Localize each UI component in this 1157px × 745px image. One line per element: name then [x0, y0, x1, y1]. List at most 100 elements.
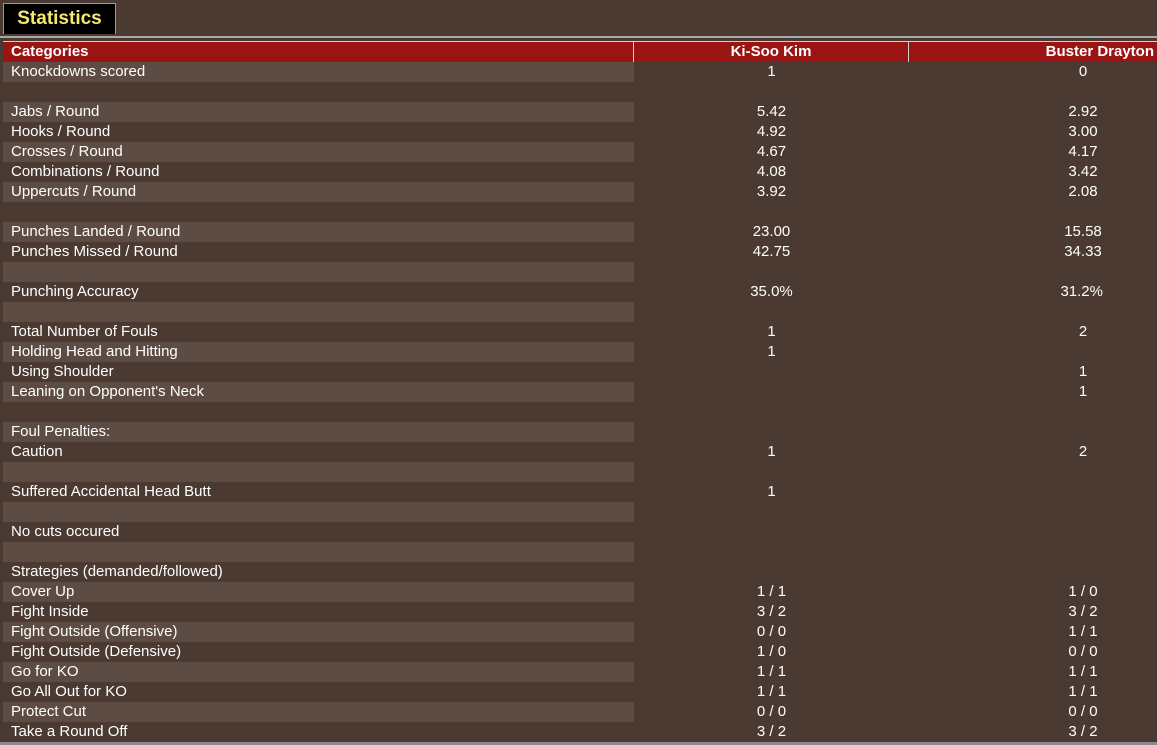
table-row: No cuts occured: [3, 522, 1157, 542]
table-row: [3, 502, 1157, 522]
table-row: Caution 1 2: [3, 442, 1157, 462]
row-fighter2-value: 3 / 2: [1068, 603, 1098, 620]
table-row: [3, 82, 1157, 102]
row-fighter2-value: 3 / 2: [1068, 723, 1098, 740]
table-row: Punches Missed / Round 42.75 34.33: [3, 242, 1157, 262]
table-row: [3, 262, 1157, 282]
row-category: Fight Outside (Defensive): [11, 643, 182, 660]
row-fighter1-value: [634, 362, 909, 382]
table-row: Knockdowns scored 1 0: [3, 62, 1157, 82]
table-row: Fight Outside (Offensive) 0 / 0 1 / 1: [3, 622, 1157, 642]
row-fighter2-value: 0 / 0: [1068, 643, 1098, 660]
row-category: [3, 82, 634, 102]
row-fighter2-cell: [909, 482, 1157, 502]
row-fighter2-cell: 1 / 0: [909, 582, 1157, 602]
row-fighter2-cell: 2.08: [909, 182, 1157, 202]
table-row: [3, 402, 1157, 422]
column-header-fighter1[interactable]: Ki-Soo Kim: [634, 42, 909, 62]
table-row: Punching Accuracy 35.0% 31.2%: [3, 282, 1157, 302]
row-fighter2-value: 2: [1078, 323, 1088, 340]
row-fighter1-value: [634, 422, 909, 442]
row-fighter2-cell: 1 / 1: [909, 682, 1157, 702]
row-category: Knockdowns scored: [3, 62, 634, 82]
table-row: Jabs / Round 5.42 2.92: [3, 102, 1157, 122]
row-fighter1-value: 35.0%: [750, 283, 793, 300]
row-category: Crosses / Round: [3, 142, 634, 162]
row-fighter2-cell: 34.33: [909, 242, 1157, 262]
table-row: Strategies (demanded/followed): [3, 562, 1157, 582]
row-category: Go All Out for KO: [11, 683, 127, 700]
row-fighter2-value: 2.92: [1068, 103, 1098, 120]
table-row: Suffered Accidental Head Butt 1: [3, 482, 1157, 502]
row-category: Cover Up: [3, 582, 634, 602]
row-fighter1-value: [634, 462, 909, 482]
tab-statistics[interactable]: Statistics: [3, 3, 116, 34]
row-category: Strategies (demanded/followed): [11, 563, 223, 580]
row-fighter2-cell: [909, 402, 1157, 422]
row-fighter1-value: 1 / 1: [756, 583, 787, 600]
row-category: Punches Missed / Round: [11, 243, 178, 260]
row-fighter2-value: 1 / 0: [1068, 583, 1098, 600]
row-fighter1-value: 1: [767, 323, 776, 340]
row-fighter1-value: 4.92: [756, 123, 787, 140]
row-category: Fight Outside (Offensive): [3, 622, 634, 642]
table-row: Fight Inside 3 / 2 3 / 2: [3, 602, 1157, 622]
row-category: Caution: [11, 443, 63, 460]
table-row: [3, 302, 1157, 322]
row-category: Suffered Accidental Head Butt: [11, 483, 211, 500]
row-fighter2-cell: 3.42: [909, 162, 1157, 182]
row-fighter1-value: 1: [767, 483, 776, 500]
row-fighter1-value: 4.08: [756, 163, 787, 180]
row-category: No cuts occured: [11, 523, 120, 540]
tab-divider: [0, 36, 1157, 38]
row-fighter1-value: 3 / 2: [756, 603, 787, 620]
row-category: Uppercuts / Round: [3, 182, 634, 202]
row-fighter1-value: 1: [767, 443, 776, 460]
row-fighter2-cell: 1: [909, 362, 1157, 382]
row-fighter2-cell: 0 / 0: [909, 702, 1157, 722]
row-fighter2-value: 3.42: [1068, 163, 1098, 180]
row-fighter2-cell: 1: [909, 382, 1157, 402]
row-fighter1-value: 5.42: [756, 103, 787, 120]
row-category: Combinations / Round: [11, 163, 160, 180]
tab-bar: Statistics: [0, 0, 1157, 37]
row-fighter2-value: 4.17: [1068, 143, 1098, 160]
row-category: [3, 402, 634, 422]
row-fighter2-cell: 3 / 2: [909, 722, 1157, 742]
row-fighter2-cell: 1 / 1: [909, 662, 1157, 682]
column-header-categories[interactable]: Categories: [3, 42, 634, 62]
row-fighter2-cell: 0 / 0: [909, 642, 1157, 662]
row-fighter2-value: 0 / 0: [1068, 703, 1098, 720]
row-category: Using Shoulder: [11, 363, 114, 380]
row-fighter2-value: 1 / 1: [1068, 663, 1098, 680]
row-category: [3, 302, 634, 322]
column-header-fighter2[interactable]: Buster Drayton: [909, 42, 1157, 62]
table-row: Using Shoulder 1: [3, 362, 1157, 382]
row-category: Go for KO: [3, 662, 634, 682]
row-fighter2-value: 34.33: [1064, 243, 1102, 260]
row-fighter1-value: [634, 302, 909, 322]
table-row: Leaning on Opponent's Neck 1: [3, 382, 1157, 402]
row-fighter2-cell: [909, 202, 1157, 222]
row-category: Punches Landed / Round: [3, 222, 634, 242]
statistics-table: Categories Ki-Soo Kim Buster Drayton Kno…: [3, 41, 1157, 742]
row-fighter2-cell: 2: [909, 322, 1157, 342]
row-fighter2-value: 0: [1078, 63, 1088, 80]
table-header: Categories Ki-Soo Kim Buster Drayton: [3, 41, 1157, 62]
row-fighter1-value: 1 / 1: [756, 683, 787, 700]
table-row: Cover Up 1 / 1 1 / 0: [3, 582, 1157, 602]
row-fighter2-value: 1 / 1: [1068, 623, 1098, 640]
row-fighter1-value: 1: [767, 63, 776, 80]
row-category: Total Number of Fouls: [11, 323, 158, 340]
table-row: [3, 202, 1157, 222]
row-category: Punching Accuracy: [11, 283, 139, 300]
row-fighter1-value: 0 / 0: [756, 703, 787, 720]
row-fighter2-value: 1: [1078, 383, 1088, 400]
row-category: [3, 542, 634, 562]
table-body: Knockdowns scored 1 0 Jabs / Round 5.42 2.92 H…: [3, 62, 1157, 742]
row-fighter2-value: 15.58: [1064, 223, 1102, 240]
row-fighter2-cell: 3.00: [909, 122, 1157, 142]
table-row: Crosses / Round 4.67 4.17: [3, 142, 1157, 162]
row-category: Leaning on Opponent's Neck: [3, 382, 634, 402]
row-fighter2-value: 2.08: [1068, 183, 1098, 200]
